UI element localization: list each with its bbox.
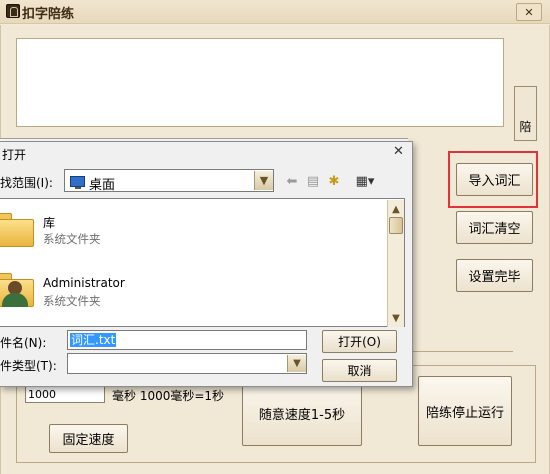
file-item-name: Administrator — [43, 276, 125, 290]
open-button[interactable]: 打开(O) — [322, 330, 397, 353]
filename-input[interactable]: 词汇.txt — [67, 330, 307, 350]
chevron-down-icon[interactable]: ▼ — [254, 171, 273, 190]
dialog-close-button[interactable]: ✕ — [393, 144, 404, 159]
side-practice-button[interactable]: 陪 — [514, 86, 537, 141]
vertical-scrollbar[interactable]: ▲ ▼ — [387, 200, 404, 327]
filename-value: 词汇.txt — [70, 333, 117, 347]
list-item[interactable]: Administrator 系统文件夹 — [0, 263, 385, 321]
up-folder-icon[interactable]: ▤ — [304, 172, 322, 190]
close-icon: ✕ — [524, 5, 534, 19]
import-words-button[interactable]: 导入词汇 — [456, 163, 533, 196]
random-speed-button[interactable]: 随意速度1-5秒 — [242, 380, 362, 446]
settings-done-button[interactable]: 设置完毕 — [456, 259, 533, 292]
list-item[interactable]: 库 系统文件夹 — [0, 203, 385, 261]
desktop-icon — [70, 176, 85, 189]
file-item-type: 系统文件夹 — [43, 232, 101, 246]
cancel-button[interactable]: 取消 — [322, 359, 397, 382]
stop-practice-button[interactable]: 陪练停止运行 — [418, 376, 512, 446]
user-folder-icon — [0, 269, 34, 307]
filename-label: 件名(N): — [0, 336, 47, 350]
file-item-name: 库 — [43, 216, 56, 230]
main-titlebar: 扣字陪练 ✕ — [0, 0, 550, 24]
app-lock-icon — [6, 4, 20, 18]
scroll-down-icon[interactable]: ▼ — [388, 310, 404, 326]
clear-words-button[interactable]: 词汇清空 — [456, 211, 533, 244]
close-window-button[interactable]: ✕ — [516, 3, 542, 21]
look-in-select[interactable]: 桌面 ▼ — [64, 169, 274, 193]
look-in-value: 桌面 — [89, 178, 116, 193]
back-arrow-icon[interactable]: ⬅ — [283, 172, 301, 190]
interval-unit-label: 毫秒 1000毫秒=1秒 — [112, 389, 225, 403]
new-folder-icon[interactable]: ✱ — [325, 172, 343, 190]
app-title: 扣字陪练 — [22, 7, 75, 22]
filetype-label: 件类型(T): — [0, 359, 57, 373]
library-folder-icon — [0, 209, 34, 247]
look-in-label: 找范围(I): — [0, 176, 53, 190]
filetype-select[interactable]: ▼ — [67, 353, 307, 374]
open-file-dialog: 打开 ✕ 找范围(I): 桌面 ▼ ⬅ ▤ ✱ ▦▾ 库 系统文件夹 Admin… — [0, 141, 413, 387]
interval-ms-input[interactable]: 1000 — [25, 386, 105, 403]
fixed-speed-button[interactable]: 固定速度 — [49, 424, 128, 453]
view-menu-icon[interactable]: ▦▾ — [352, 172, 378, 190]
close-icon: ✕ — [393, 144, 404, 159]
word-display-area[interactable] — [16, 38, 504, 127]
dialog-title: 打开 — [2, 148, 27, 162]
file-item-type: 系统文件夹 — [43, 294, 101, 308]
chevron-down-icon[interactable]: ▼ — [287, 355, 306, 372]
scroll-up-icon[interactable]: ▲ — [388, 201, 404, 217]
file-list[interactable]: 库 系统文件夹 Administrator 系统文件夹 ▲ ▼ — [0, 198, 405, 327]
panel-divider — [405, 338, 513, 352]
scroll-thumb[interactable] — [389, 217, 403, 234]
